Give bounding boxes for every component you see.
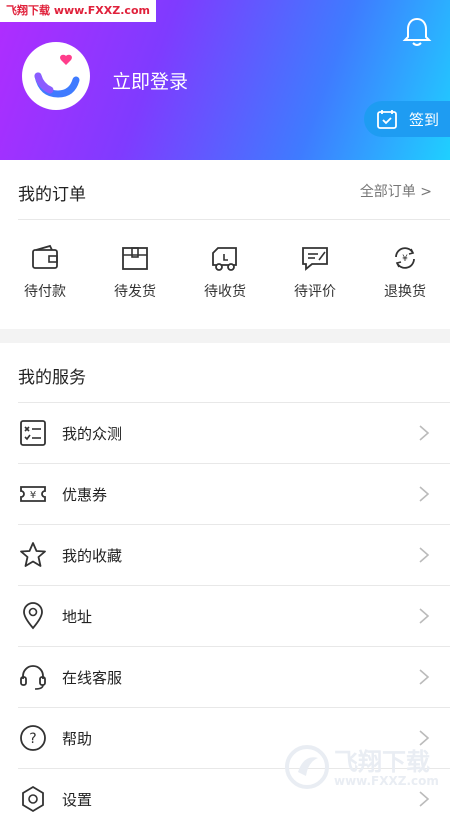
profile-header: 飞翔下载 www.FXXZ.com 立即登录 签到 [0, 0, 450, 160]
order-pending-review[interactable]: 待评价 [280, 243, 350, 301]
truck-icon [212, 247, 237, 271]
help-icon: ? [20, 725, 46, 751]
all-orders-link[interactable]: 全部订单 > [360, 181, 432, 201]
services-title: 我的服务 [18, 368, 86, 388]
headset-icon [20, 665, 46, 690]
service-label: 帮助 [62, 730, 93, 748]
watermark-logo-icon [285, 745, 329, 789]
section-gap [0, 329, 450, 343]
order-pending-receipt[interactable]: 待收货 [190, 243, 260, 301]
logo-icon [34, 54, 80, 98]
star-icon [20, 542, 46, 567]
order-label: 待评价 [294, 284, 336, 300]
order-label: 待收货 [204, 284, 246, 300]
calendar-check-icon [377, 110, 397, 129]
order-pending-payment[interactable]: 待付款 [10, 243, 80, 301]
service-item-favorites[interactable]: 我的收藏 [0, 525, 450, 585]
wallet-icon [32, 244, 58, 269]
chevron-right-icon [419, 608, 430, 624]
watermark-bottom: 飞翔下载 www.FXXZ.com [282, 738, 442, 796]
service-item-coupons[interactable]: ¥ 优惠券 [0, 464, 450, 524]
order-label: 待付款 [24, 284, 66, 300]
service-label: 地址 [62, 608, 93, 626]
checklist-icon [20, 420, 46, 446]
service-label: 我的收藏 [62, 547, 123, 565]
bell-icon[interactable] [400, 14, 434, 48]
settings-icon [22, 785, 44, 813]
signin-label: 签到 [409, 111, 440, 129]
service-label: 优惠券 [62, 486, 108, 504]
svg-text:?: ? [29, 731, 36, 747]
service-label: 在线客服 [62, 669, 123, 687]
order-return-exchange[interactable]: ¥ 退换货 [370, 243, 440, 301]
package-icon [122, 247, 148, 270]
login-link[interactable]: 立即登录 [112, 67, 188, 94]
chevron-right-icon [419, 425, 430, 441]
chevron-right-icon [419, 486, 430, 502]
coupon-icon: ¥ [20, 486, 46, 502]
orders-title: 我的订单 [18, 185, 86, 205]
avatar[interactable] [22, 42, 90, 110]
order-label: 待发货 [114, 284, 156, 300]
svg-text:¥: ¥ [402, 254, 408, 264]
service-item-address[interactable]: 地址 [0, 586, 450, 646]
divider [18, 219, 450, 220]
order-label: 退换货 [384, 284, 426, 300]
exchange-icon: ¥ [395, 247, 415, 269]
service-item-online-support[interactable]: 在线客服 [0, 647, 450, 707]
watermark-title: 飞翔下载 [334, 748, 430, 776]
watermark-top: 飞翔下载 www.FXXZ.com [0, 0, 156, 22]
location-icon [23, 602, 43, 630]
service-label: 我的众测 [62, 425, 123, 443]
watermark-url: www.FXXZ.com [334, 774, 439, 788]
svg-text:¥: ¥ [30, 490, 36, 501]
order-pending-shipment[interactable]: 待发货 [100, 243, 170, 301]
signin-button[interactable]: 签到 [364, 101, 450, 137]
chevron-right-icon [419, 547, 430, 563]
chevron-right-icon [419, 669, 430, 685]
service-item-crowdtest[interactable]: 我的众测 [0, 403, 450, 463]
review-icon [302, 247, 328, 271]
